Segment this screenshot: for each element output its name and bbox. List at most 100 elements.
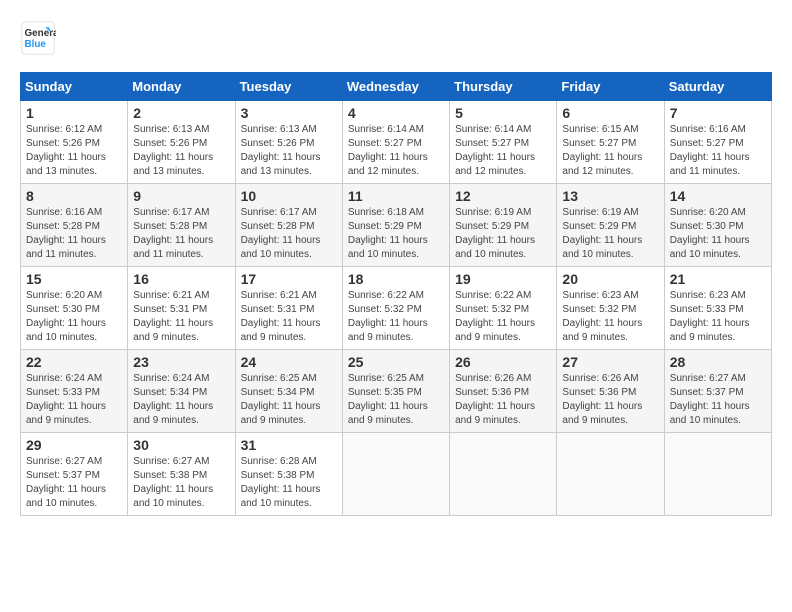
day-info: Sunrise: 6:23 AM Sunset: 5:33 PM Dayligh… — [670, 289, 766, 345]
day-info: Sunrise: 6:13 AM Sunset: 5:26 PM Dayligh… — [133, 123, 229, 179]
day-number: 23 — [133, 354, 229, 370]
calendar-cell: 25 Sunrise: 6:25 AM Sunset: 5:35 PM Dayli… — [342, 350, 449, 433]
calendar-cell: 13Sunrise: 6:19 AM Sunset: 5:29 PM Dayli… — [557, 184, 664, 267]
day-info: Sunrise: 6:27 AM Sunset: 5:37 PM Dayligh… — [670, 372, 766, 428]
day-number: 26 — [455, 354, 551, 370]
day-info: Sunrise: 6:22 AM Sunset: 5:32 PM Dayligh… — [348, 289, 444, 345]
day-info: Sunrise: 6:22 AM Sunset: 5:32 PM Dayligh… — [455, 289, 551, 345]
column-header-sunday: Sunday — [21, 73, 128, 101]
calendar-cell: 19 Sunrise: 6:22 AM Sunset: 5:32 PM Dayli… — [450, 267, 557, 350]
calendar-cell: 29Sunrise: 6:27 AM Sunset: 5:37 PM Dayli… — [21, 433, 128, 516]
day-info: Sunrise: 6:23 AM Sunset: 5:32 PM Dayligh… — [562, 289, 658, 345]
calendar-cell: 6 Sunrise: 6:15 AM Sunset: 5:27 PM Daylig… — [557, 101, 664, 184]
header-row: SundayMondayTuesdayWednesdayThursdayFrid… — [21, 73, 772, 101]
week-row-1: 8 Sunrise: 6:16 AM Sunset: 5:28 PM Daylig… — [21, 184, 772, 267]
day-number: 5 — [455, 105, 551, 121]
day-number: 30 — [133, 437, 229, 453]
week-row-2: 15Sunrise: 6:20 AM Sunset: 5:30 PM Dayli… — [21, 267, 772, 350]
calendar-cell: 2 Sunrise: 6:13 AM Sunset: 5:26 PM Daylig… — [128, 101, 235, 184]
week-row-3: 22Sunrise: 6:24 AM Sunset: 5:33 PM Dayli… — [21, 350, 772, 433]
column-header-tuesday: Tuesday — [235, 73, 342, 101]
column-header-monday: Monday — [128, 73, 235, 101]
logo: General Blue — [20, 20, 56, 56]
calendar-cell: 16 Sunrise: 6:21 AM Sunset: 5:31 PM Dayli… — [128, 267, 235, 350]
calendar-cell — [664, 433, 771, 516]
calendar-cell: 20 Sunrise: 6:23 AM Sunset: 5:32 PM Dayli… — [557, 267, 664, 350]
calendar-cell: 12 Sunrise: 6:19 AM Sunset: 5:29 PM Dayli… — [450, 184, 557, 267]
calendar-cell: 17Sunrise: 6:21 AM Sunset: 5:31 PM Dayli… — [235, 267, 342, 350]
day-info: Sunrise: 6:24 AM Sunset: 5:33 PM Dayligh… — [26, 372, 122, 428]
column-header-saturday: Saturday — [664, 73, 771, 101]
calendar-cell: 1 Sunrise: 6:12 AM Sunset: 5:26 PM Daylig… — [21, 101, 128, 184]
day-info: Sunrise: 6:14 AM Sunset: 5:27 PM Dayligh… — [348, 123, 444, 179]
day-info: Sunrise: 6:16 AM Sunset: 5:28 PM Dayligh… — [26, 206, 122, 262]
calendar-cell: 8 Sunrise: 6:16 AM Sunset: 5:28 PM Daylig… — [21, 184, 128, 267]
day-number: 19 — [455, 271, 551, 287]
day-number: 6 — [562, 105, 658, 121]
calendar-cell: 9 Sunrise: 6:17 AM Sunset: 5:28 PM Daylig… — [128, 184, 235, 267]
page-header: General Blue — [20, 20, 772, 56]
calendar-cell: 24 Sunrise: 6:25 AM Sunset: 5:34 PM Dayli… — [235, 350, 342, 433]
column-header-thursday: Thursday — [450, 73, 557, 101]
column-header-wednesday: Wednesday — [342, 73, 449, 101]
calendar-cell: 21Sunrise: 6:23 AM Sunset: 5:33 PM Dayli… — [664, 267, 771, 350]
calendar-cell — [557, 433, 664, 516]
day-info: Sunrise: 6:26 AM Sunset: 5:36 PM Dayligh… — [562, 372, 658, 428]
logo-icon: General Blue — [20, 20, 56, 56]
calendar-cell: 15Sunrise: 6:20 AM Sunset: 5:30 PM Dayli… — [21, 267, 128, 350]
day-number: 15 — [26, 271, 122, 287]
column-header-friday: Friday — [557, 73, 664, 101]
day-number: 20 — [562, 271, 658, 287]
day-number: 2 — [133, 105, 229, 121]
calendar-cell: 11Sunrise: 6:18 AM Sunset: 5:29 PM Dayli… — [342, 184, 449, 267]
calendar-cell: 4 Sunrise: 6:14 AM Sunset: 5:27 PM Daylig… — [342, 101, 449, 184]
day-info: Sunrise: 6:25 AM Sunset: 5:34 PM Dayligh… — [241, 372, 337, 428]
day-info: Sunrise: 6:25 AM Sunset: 5:35 PM Dayligh… — [348, 372, 444, 428]
calendar-cell: 27 Sunrise: 6:26 AM Sunset: 5:36 PM Dayli… — [557, 350, 664, 433]
calendar-cell: 18 Sunrise: 6:22 AM Sunset: 5:32 PM Dayli… — [342, 267, 449, 350]
calendar-table: SundayMondayTuesdayWednesdayThursdayFrid… — [20, 72, 772, 516]
calendar-header: SundayMondayTuesdayWednesdayThursdayFrid… — [21, 73, 772, 101]
day-info: Sunrise: 6:12 AM Sunset: 5:26 PM Dayligh… — [26, 123, 122, 179]
day-number: 9 — [133, 188, 229, 204]
day-number: 17 — [241, 271, 337, 287]
svg-text:Blue: Blue — [25, 39, 47, 50]
calendar-cell: 7Sunrise: 6:16 AM Sunset: 5:27 PM Daylig… — [664, 101, 771, 184]
day-info: Sunrise: 6:26 AM Sunset: 5:36 PM Dayligh… — [455, 372, 551, 428]
day-number: 18 — [348, 271, 444, 287]
day-number: 4 — [348, 105, 444, 121]
calendar-cell: 23 Sunrise: 6:24 AM Sunset: 5:34 PM Dayli… — [128, 350, 235, 433]
calendar-cell — [342, 433, 449, 516]
day-number: 8 — [26, 188, 122, 204]
calendar-cell — [450, 433, 557, 516]
day-number: 1 — [26, 105, 122, 121]
day-number: 24 — [241, 354, 337, 370]
day-info: Sunrise: 6:15 AM Sunset: 5:27 PM Dayligh… — [562, 123, 658, 179]
day-info: Sunrise: 6:21 AM Sunset: 5:31 PM Dayligh… — [133, 289, 229, 345]
day-number: 10 — [241, 188, 337, 204]
calendar-cell: 30Sunrise: 6:27 AM Sunset: 5:38 PM Dayli… — [128, 433, 235, 516]
day-info: Sunrise: 6:17 AM Sunset: 5:28 PM Dayligh… — [241, 206, 337, 262]
day-info: Sunrise: 6:28 AM Sunset: 5:38 PM Dayligh… — [241, 455, 337, 511]
day-info: Sunrise: 6:13 AM Sunset: 5:26 PM Dayligh… — [241, 123, 337, 179]
day-number: 14 — [670, 188, 766, 204]
calendar-cell: 14 Sunrise: 6:20 AM Sunset: 5:30 PM Dayli… — [664, 184, 771, 267]
calendar-cell: 22Sunrise: 6:24 AM Sunset: 5:33 PM Dayli… — [21, 350, 128, 433]
day-info: Sunrise: 6:14 AM Sunset: 5:27 PM Dayligh… — [455, 123, 551, 179]
week-row-0: 1 Sunrise: 6:12 AM Sunset: 5:26 PM Daylig… — [21, 101, 772, 184]
day-number: 25 — [348, 354, 444, 370]
day-info: Sunrise: 6:24 AM Sunset: 5:34 PM Dayligh… — [133, 372, 229, 428]
day-number: 11 — [348, 188, 444, 204]
day-info: Sunrise: 6:17 AM Sunset: 5:28 PM Dayligh… — [133, 206, 229, 262]
day-number: 12 — [455, 188, 551, 204]
day-info: Sunrise: 6:27 AM Sunset: 5:37 PM Dayligh… — [26, 455, 122, 511]
week-row-4: 29Sunrise: 6:27 AM Sunset: 5:37 PM Dayli… — [21, 433, 772, 516]
svg-text:General: General — [25, 28, 57, 39]
day-number: 31 — [241, 437, 337, 453]
calendar-body: 1 Sunrise: 6:12 AM Sunset: 5:26 PM Daylig… — [21, 101, 772, 516]
day-number: 16 — [133, 271, 229, 287]
day-number: 27 — [562, 354, 658, 370]
day-info: Sunrise: 6:20 AM Sunset: 5:30 PM Dayligh… — [670, 206, 766, 262]
day-info: Sunrise: 6:19 AM Sunset: 5:29 PM Dayligh… — [562, 206, 658, 262]
day-info: Sunrise: 6:19 AM Sunset: 5:29 PM Dayligh… — [455, 206, 551, 262]
